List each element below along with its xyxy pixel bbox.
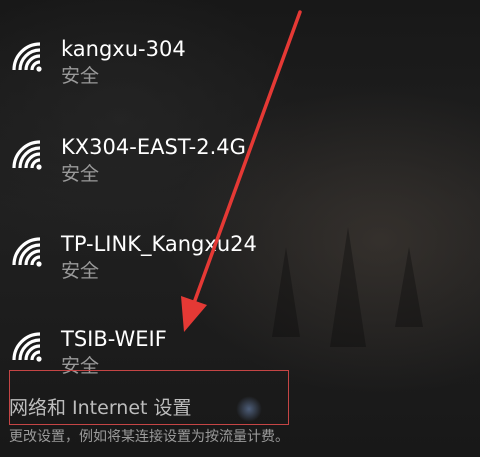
network-item-kangxu-304[interactable]: kangxu-304 安全 (0, 36, 480, 106)
network-name: KX304-EAST-2.4G (61, 135, 246, 159)
cursor-glow (236, 396, 262, 422)
network-internet-settings-link[interactable]: 网络和 Internet 设置 (9, 395, 192, 421)
wifi-icon (12, 140, 42, 170)
wifi-icon (12, 237, 42, 267)
wifi-icon (12, 332, 42, 362)
network-item-kx304-east[interactable]: KX304-EAST-2.4G 安全 (0, 134, 480, 204)
wifi-icon (12, 42, 42, 72)
network-settings-description: 更改设置，例如将某连接设置为按流量计费。 (9, 429, 289, 445)
wifi-network-panel: kangxu-304 安全 KX304-EAST-2.4G 安全 TP-LINK… (0, 0, 480, 457)
network-security-status: 安全 (61, 65, 100, 87)
network-security-status: 安全 (61, 260, 100, 282)
network-item-tp-link[interactable]: TP-LINK_Kangxu24 安全 (0, 231, 480, 301)
network-name: kangxu-304 (61, 37, 186, 61)
network-name: TP-LINK_Kangxu24 (61, 232, 257, 256)
network-security-status: 安全 (61, 163, 100, 185)
network-name: TSIB-WEIF (61, 327, 167, 351)
